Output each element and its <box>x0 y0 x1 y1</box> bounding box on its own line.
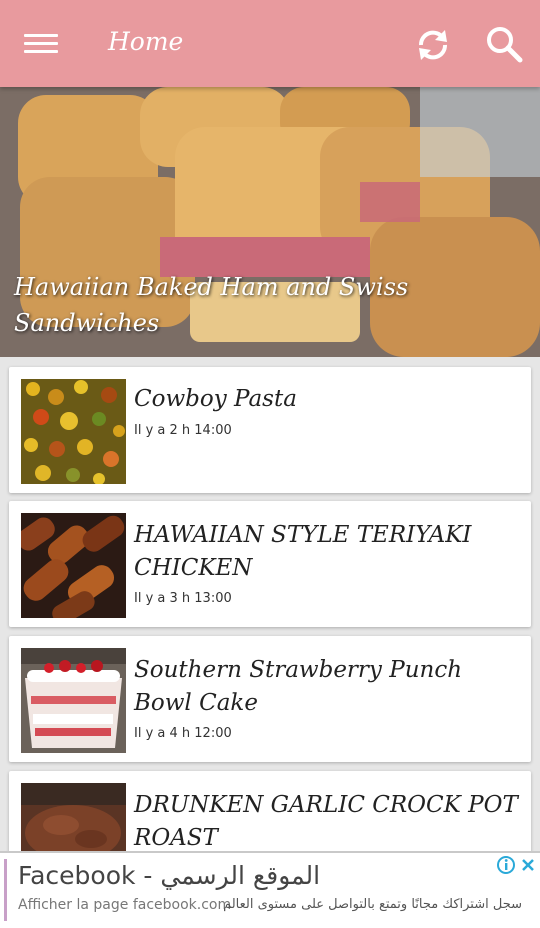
article-card[interactable]: Cowboy Pasta Il y a 2 h 14:00 <box>9 367 531 493</box>
menu-icon <box>24 34 58 37</box>
ad-description: سجل اشتراكك مجانًا وتمتع بالتواصل على مس… <box>223 897 522 912</box>
article-thumbnail <box>21 648 126 753</box>
refresh-icon <box>418 30 448 60</box>
ad-accent-bar <box>4 859 7 921</box>
featured-title: Hawaiian Baked Ham and Swiss Sandwiches <box>14 273 409 337</box>
article-card[interactable]: HAWAIIAN STYLE TERIYAKI CHICKEN Il y a 3… <box>9 501 531 627</box>
featured-article[interactable]: Hawaiian Baked Ham and Swiss Sandwiches <box>0 87 540 357</box>
refresh-button[interactable] <box>412 24 454 66</box>
article-time: Il y a 4 h 12:00 <box>134 726 232 741</box>
article-time: Il y a 2 h 14:00 <box>134 423 232 438</box>
info-icon <box>497 856 515 874</box>
ad-title: Facebook - الموقع الرسمي <box>18 861 321 890</box>
ad-info-button[interactable] <box>496 855 516 875</box>
ad-link-text: Afficher la page facebook.com <box>18 897 232 913</box>
article-title: HAWAIIAN STYLE TERIYAKI CHICKEN <box>134 522 472 581</box>
article-title: Cowboy Pasta <box>134 386 297 412</box>
page-title: Home <box>108 27 184 56</box>
article-card[interactable]: Southern Strawberry Punch Bowl Cake Il y… <box>9 636 531 762</box>
article-title: Southern Strawberry Punch Bowl Cake <box>134 657 463 716</box>
ad-banner[interactable]: Facebook - الموقع الرسمي Afficher la pag… <box>0 851 540 928</box>
article-time: Il y a 3 h 13:00 <box>134 591 232 606</box>
article-title: DRUNKEN GARLIC CROCK POT ROAST <box>134 792 518 851</box>
article-thumbnail <box>21 379 126 484</box>
app-bar: Home <box>0 0 540 87</box>
ad-close-button[interactable] <box>518 855 538 875</box>
search-icon <box>487 27 523 63</box>
menu-button[interactable] <box>24 29 58 57</box>
close-icon <box>522 859 534 871</box>
search-button[interactable] <box>484 24 524 64</box>
article-thumbnail <box>21 513 126 618</box>
